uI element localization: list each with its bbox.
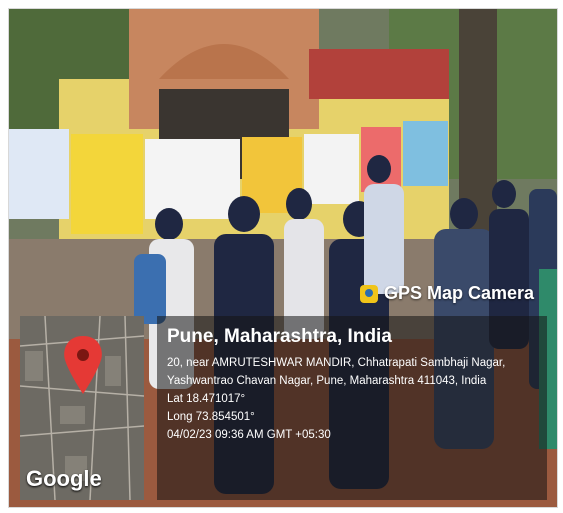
- map-thumbnail: Google: [20, 316, 144, 500]
- roof-red: [309, 49, 449, 99]
- app-name: GPS Map Camera: [384, 283, 535, 303]
- gps-map-camera-logo-icon: [360, 284, 378, 303]
- longitude: Long 73.854501°: [167, 411, 255, 423]
- address-line-1: 20, near AMRUTESHWAR MANDIR, Chhatrapati…: [167, 357, 506, 369]
- poster-1: [9, 129, 69, 219]
- poster-2: [71, 134, 143, 234]
- location-title: Pune, Maharashtra, India: [167, 326, 392, 347]
- google-logo: Google: [26, 466, 102, 491]
- address-line-2: Yashwantrao Chavan Nagar, Pune, Maharash…: [167, 375, 487, 387]
- poster-3: [145, 139, 240, 219]
- poster-5: [304, 134, 359, 204]
- latitude: Lat 18.471017°: [167, 393, 246, 405]
- backpack: [134, 254, 166, 324]
- location-info-panel: Pune, Maharashtra, India 20, near AMRUTE…: [157, 316, 547, 500]
- poster-7: [403, 121, 448, 186]
- datetime: 04/02/23 09:36 AM GMT +05:30: [167, 429, 331, 441]
- gps-stamp-header: GPS Map Camera: [360, 283, 534, 304]
